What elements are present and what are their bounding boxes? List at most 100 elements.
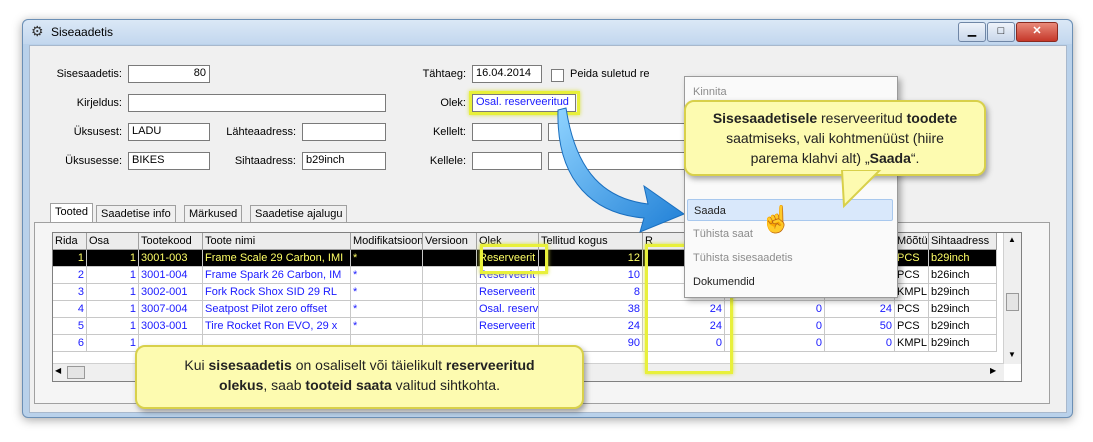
close-button[interactable]: ✕: [1016, 22, 1058, 42]
yksusest-field[interactable]: LADU: [128, 123, 210, 141]
table-cell-tootekood[interactable]: 3003-001: [139, 318, 203, 335]
table-cell-col10[interactable]: 50: [825, 318, 895, 335]
table-cell-modifikatsioon[interactable]: *: [351, 301, 423, 318]
column-header-tellitud-kogus[interactable]: Tellitud kogus: [539, 233, 643, 250]
table-cell-versioon[interactable]: [423, 284, 477, 301]
olek-label: Olek:: [440, 97, 466, 109]
table-cell-tellitud-kogus[interactable]: 38: [539, 301, 643, 318]
vertical-scrollbar[interactable]: ▲ ▼: [1003, 233, 1021, 364]
callout-bottom-t2: on osaliselt või täielikult: [291, 357, 446, 373]
tab-saadetise-info[interactable]: Saadetise info: [96, 205, 176, 223]
tab-saadetise-ajalugu[interactable]: Saadetise ajalugu: [250, 205, 348, 223]
column-header-rida[interactable]: Rida: [53, 233, 87, 250]
window-icon: ⚙: [31, 23, 44, 39]
table-cell-versioon[interactable]: [423, 318, 477, 335]
callout-bottom-t4: valitud sihtkohta.: [391, 377, 500, 393]
table-cell-modifikatsioon[interactable]: *: [351, 318, 423, 335]
table-cell-olek[interactable]: Osal. reserv: [477, 301, 539, 318]
column-header-sihtaadress[interactable]: Sihtaadress: [929, 233, 997, 250]
tahtaeg-field[interactable]: 16.04.2014: [472, 65, 542, 83]
sihtaadress-field[interactable]: b29inch: [302, 152, 386, 170]
tab-markused[interactable]: Märkused: [184, 205, 243, 223]
table-cell-sihtaadress[interactable]: b29inch: [929, 318, 997, 335]
table-cell-rida[interactable]: 6: [53, 335, 87, 352]
kirjeldus-field[interactable]: [128, 94, 386, 112]
table-cell-sihtaadress[interactable]: b29inch: [929, 335, 997, 352]
yksusesse-field[interactable]: BIKES: [128, 152, 210, 170]
table-cell-mootuhik[interactable]: KMPL: [895, 284, 929, 301]
table-cell-col9[interactable]: 0: [725, 301, 825, 318]
table-cell-mootuhik[interactable]: KMPL: [895, 335, 929, 352]
table-cell-col9[interactable]: 0: [725, 318, 825, 335]
table-cell-osa[interactable]: 1: [87, 335, 139, 352]
table-cell-rida[interactable]: 1: [53, 250, 87, 267]
table-cell-versioon[interactable]: [423, 267, 477, 284]
column-header-tootekood[interactable]: Tootekood: [139, 233, 203, 250]
scroll-right-icon[interactable]: ▶: [990, 366, 1000, 378]
table-cell-sihtaadress[interactable]: b29inch: [929, 301, 997, 318]
lahteaadress-field[interactable]: [302, 123, 386, 141]
table-cell-osa[interactable]: 1: [87, 301, 139, 318]
table-cell-osa[interactable]: 1: [87, 318, 139, 335]
table-cell-osa[interactable]: 1: [87, 267, 139, 284]
table-cell-rida[interactable]: 3: [53, 284, 87, 301]
table-cell-modifikatsioon[interactable]: *: [351, 267, 423, 284]
table-cell-tellitud-kogus[interactable]: 12: [539, 250, 643, 267]
table-cell-tootekood[interactable]: 3001-004: [139, 267, 203, 284]
table-cell-tellitud-kogus[interactable]: 10: [539, 267, 643, 284]
hscroll-thumb[interactable]: [67, 366, 85, 379]
table-cell-toote-nimi[interactable]: Frame Spark 26 Carbon, IM: [203, 267, 351, 284]
table-cell-olek[interactable]: Reserveerit: [477, 284, 539, 301]
callout-bottom-b1: sisesaadetis: [208, 357, 292, 373]
table-cell-versioon[interactable]: [423, 250, 477, 267]
kellelt-field[interactable]: [472, 123, 542, 141]
peida-checkbox[interactable]: [551, 69, 564, 82]
maximize-button[interactable]: □: [987, 22, 1015, 42]
table-cell-rida[interactable]: 2: [53, 267, 87, 284]
table-cell-col9[interactable]: 0: [725, 335, 825, 352]
table-cell-sihtaadress[interactable]: b29inch: [929, 250, 997, 267]
title-bar[interactable]: ⚙ Siseaadetis ▁ □ ✕: [23, 20, 1072, 44]
table-cell-sihtaadress[interactable]: b26inch: [929, 267, 997, 284]
sisesaadetis-field[interactable]: 80: [128, 65, 210, 83]
table-cell-rida[interactable]: 5: [53, 318, 87, 335]
table-cell-toote-nimi[interactable]: Tire Rocket Ron EVO, 29 x: [203, 318, 351, 335]
table-cell-rida[interactable]: 4: [53, 301, 87, 318]
table-cell-col10[interactable]: 0: [825, 335, 895, 352]
lahteaadress-label: Lähteaadress:: [226, 126, 296, 138]
column-header-toote-nimi[interactable]: Toote nimi: [203, 233, 351, 250]
table-cell-toote-nimi[interactable]: Frame Scale 29 Carbon, IMI: [203, 250, 351, 267]
scroll-left-icon[interactable]: ◀: [55, 366, 65, 378]
tab-tooted[interactable]: Tooted: [50, 203, 94, 223]
column-header-osa[interactable]: Osa: [87, 233, 139, 250]
table-cell-tootekood[interactable]: 3001-003: [139, 250, 203, 267]
kellele-field[interactable]: [472, 152, 542, 170]
table-cell-toote-nimi[interactable]: Seatpost Pilot zero offset: [203, 301, 351, 318]
table-cell-mootuhik[interactable]: PCS: [895, 318, 929, 335]
table-cell-sihtaadress[interactable]: b29inch: [929, 284, 997, 301]
table-cell-osa[interactable]: 1: [87, 284, 139, 301]
table-cell-mootuhik[interactable]: PCS: [895, 250, 929, 267]
minimize-button[interactable]: ▁: [958, 22, 986, 42]
column-header-mootuhik[interactable]: Mõõtühik: [895, 233, 929, 250]
table-cell-tellitud-kogus[interactable]: 8: [539, 284, 643, 301]
column-header-versioon[interactable]: Versioon: [423, 233, 477, 250]
table-cell-olek[interactable]: Reserveerit: [477, 318, 539, 335]
menu-item-dokumendid[interactable]: Dokumendid: [687, 271, 893, 293]
callout-top-b3: Saada: [869, 150, 911, 166]
table-cell-mootuhik[interactable]: PCS: [895, 301, 929, 318]
table-cell-modifikatsioon[interactable]: *: [351, 284, 423, 301]
scroll-up-icon[interactable]: ▲: [1006, 235, 1018, 247]
scroll-thumb[interactable]: [1006, 293, 1019, 311]
table-cell-col10[interactable]: 24: [825, 301, 895, 318]
table-cell-osa[interactable]: 1: [87, 250, 139, 267]
table-cell-modifikatsioon[interactable]: *: [351, 250, 423, 267]
table-cell-tootekood[interactable]: 3002-001: [139, 284, 203, 301]
table-cell-versioon[interactable]: [423, 301, 477, 318]
column-header-modifikatsioon[interactable]: Modifikatsioon: [351, 233, 423, 250]
table-cell-tootekood[interactable]: 3007-004: [139, 301, 203, 318]
table-cell-mootuhik[interactable]: PCS: [895, 267, 929, 284]
table-cell-tellitud-kogus[interactable]: 24: [539, 318, 643, 335]
scroll-down-icon[interactable]: ▼: [1006, 350, 1018, 362]
table-cell-toote-nimi[interactable]: Fork Rock Shox SID 29 RL: [203, 284, 351, 301]
